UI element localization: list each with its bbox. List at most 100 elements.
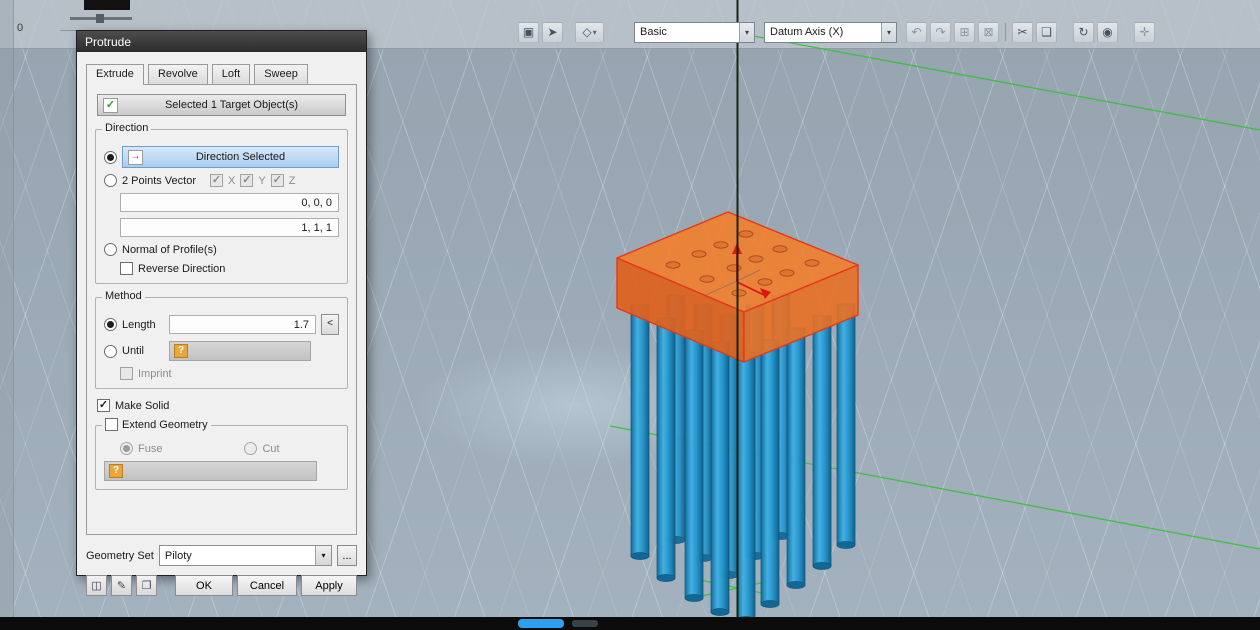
copy-face-icon[interactable]: ❏ xyxy=(1036,22,1057,43)
ok-button[interactable]: OK xyxy=(175,575,233,596)
extend-geometry-label: Extend Geometry xyxy=(122,419,208,431)
tab-bar: Extrude Revolve Loft Sweep xyxy=(86,63,366,84)
extend-geometry-group: Extend Geometry Fuse Cut ? xyxy=(95,425,348,490)
tab-extrude[interactable]: Extrude xyxy=(86,64,144,85)
axis-x-checkbox[interactable] xyxy=(210,174,223,187)
direction-group-label: Direction xyxy=(102,122,151,134)
cut-label: Cut xyxy=(262,443,279,455)
extend-target-field[interactable]: ? xyxy=(104,461,317,481)
chevron-down-icon[interactable]: ▾ xyxy=(315,546,331,565)
toolbar-separator xyxy=(1005,23,1006,41)
center-view-icon[interactable]: ◉ xyxy=(1097,22,1118,43)
geometry-set-value: Piloty xyxy=(165,550,315,562)
axis-y-label: Y xyxy=(258,175,265,187)
draft-edit-icon[interactable]: ✎ xyxy=(111,575,132,596)
orbit-glyph: ↻ xyxy=(1078,25,1088,39)
end-point-input[interactable] xyxy=(120,218,339,237)
dialog-footer: ◫ ✎ ❐ OK Cancel Apply xyxy=(86,575,357,596)
make-solid-checkbox[interactable] xyxy=(97,399,110,412)
target-button-label: Selected 1 Target Object(s) xyxy=(123,99,340,111)
tab-revolve[interactable]: Revolve xyxy=(148,64,208,84)
view-rotate-right-glyph: ↷ xyxy=(935,25,945,39)
select-window-glyph: ▣ xyxy=(523,25,534,39)
normal-of-profile-radio[interactable] xyxy=(104,243,117,256)
cancel-button[interactable]: Cancel xyxy=(237,575,297,596)
select-window-icon[interactable]: ▣ xyxy=(518,22,539,43)
tab-sweep[interactable]: Sweep xyxy=(254,64,308,84)
trim-icon[interactable]: ✂ xyxy=(1012,22,1033,43)
imprint-checkbox[interactable] xyxy=(120,367,133,380)
window-fragment-dark xyxy=(84,0,130,10)
extrude-tab-panel: ✓ Selected 1 Target Object(s) Direction … xyxy=(86,84,357,535)
axis-z-checkbox[interactable] xyxy=(271,174,284,187)
start-point-input[interactable] xyxy=(120,193,339,212)
length-input[interactable] xyxy=(169,315,316,334)
direction-selected-label: Direction Selected xyxy=(148,151,333,163)
workplane-glyph: ◇ xyxy=(582,25,591,39)
imprint-label: Imprint xyxy=(138,368,172,380)
axis-y-checkbox[interactable] xyxy=(240,174,253,187)
length-radio[interactable] xyxy=(104,318,117,331)
trim-glyph: ✂ xyxy=(1017,25,1027,39)
until-radio[interactable] xyxy=(104,345,117,358)
pages-icon[interactable]: ❐ xyxy=(136,575,157,596)
check-icon: ✓ xyxy=(103,98,118,113)
dialog-titlebar[interactable]: Protrude xyxy=(77,31,366,52)
until-target-field[interactable]: ? xyxy=(169,341,311,361)
frame-select-glyph: ⊠ xyxy=(983,25,993,39)
left-ruler xyxy=(0,0,14,630)
fragment-slider-handle[interactable] xyxy=(96,14,104,23)
chevron-down-icon[interactable]: ▾ xyxy=(881,23,896,42)
method-group: Method Length < Until ? Imprint xyxy=(95,297,348,389)
direction-selected-button[interactable]: → Direction Selected xyxy=(122,146,339,168)
pages-glyph: ❐ xyxy=(142,579,152,592)
grid-snap-icon[interactable]: ⊞ xyxy=(954,22,975,43)
apply-button[interactable]: Apply xyxy=(301,575,357,596)
until-label: Until xyxy=(122,345,164,357)
direction-arrow-icon: → xyxy=(128,150,143,165)
chevron-down-icon[interactable]: ▾ xyxy=(739,23,754,42)
orbit-icon[interactable]: ↻ xyxy=(1073,22,1094,43)
datum-axis-combo[interactable]: Datum Axis (X) ▾ xyxy=(764,22,897,43)
grid-snap-glyph: ⊞ xyxy=(959,25,969,39)
fuse-radio[interactable] xyxy=(120,442,133,455)
workplane-icon[interactable]: ◇ ▾ xyxy=(575,22,604,43)
preview-icon[interactable]: ◫ xyxy=(86,575,107,596)
target-select-button[interactable]: ✓ Selected 1 Target Object(s) xyxy=(97,94,346,116)
make-solid-label: Make Solid xyxy=(115,400,169,412)
taskbar-item[interactable] xyxy=(572,620,598,627)
style-combo-value: Basic xyxy=(640,26,739,38)
view-rotate-right-icon[interactable]: ↷ xyxy=(930,22,951,43)
center-view-glyph: ◉ xyxy=(1102,25,1112,39)
view-rotate-left-glyph: ↶ xyxy=(911,25,921,39)
geometry-set-combo[interactable]: Piloty ▾ xyxy=(159,545,332,566)
pick-cursor-glyph: ➤ xyxy=(547,25,557,39)
reverse-direction-checkbox[interactable] xyxy=(120,262,133,275)
measure-icon[interactable]: ✛ xyxy=(1134,22,1155,43)
normal-of-profile-label: Normal of Profile(s) xyxy=(122,244,217,256)
tab-loft[interactable]: Loft xyxy=(212,64,250,84)
two-points-vector-label: 2 Points Vector xyxy=(122,175,196,187)
pick-cursor-icon[interactable]: ➤ xyxy=(542,22,563,43)
copy-face-glyph: ❏ xyxy=(1041,25,1052,39)
protrude-dialog: Protrude Extrude Revolve Loft Sweep ✓ Se… xyxy=(76,30,367,576)
two-points-vector-radio[interactable] xyxy=(104,174,117,187)
question-icon: ? xyxy=(174,344,188,358)
ruler-origin-label: 0 xyxy=(17,22,23,34)
application-window: ▣ ➤ ◇ ▾ Basic ▾ Datum Axis (X) ▾ ↶ ↷ ⊞ ⊠… xyxy=(0,0,1260,630)
extend-geometry-checkbox[interactable] xyxy=(105,418,118,431)
taskbar xyxy=(0,617,1260,630)
direction-group: Direction → Direction Selected 2 Points … xyxy=(95,129,348,284)
viewport-toolbar: ▣ ➤ ◇ ▾ Basic ▾ Datum Axis (X) ▾ ↶ ↷ ⊞ ⊠… xyxy=(518,21,1158,43)
direction-selected-radio[interactable] xyxy=(104,151,117,164)
method-group-label: Method xyxy=(102,290,145,302)
frame-select-icon[interactable]: ⊠ xyxy=(978,22,999,43)
taskbar-active-item[interactable] xyxy=(518,619,564,628)
measure-glyph: ✛ xyxy=(1139,25,1149,39)
style-combo[interactable]: Basic ▾ xyxy=(634,22,755,43)
length-flip-button[interactable]: < xyxy=(321,314,339,335)
cut-radio[interactable] xyxy=(244,442,257,455)
axis-z-label: Z xyxy=(289,175,296,187)
view-rotate-left-icon[interactable]: ↶ xyxy=(906,22,927,43)
geometry-set-more-button[interactable]: ... xyxy=(337,545,357,566)
